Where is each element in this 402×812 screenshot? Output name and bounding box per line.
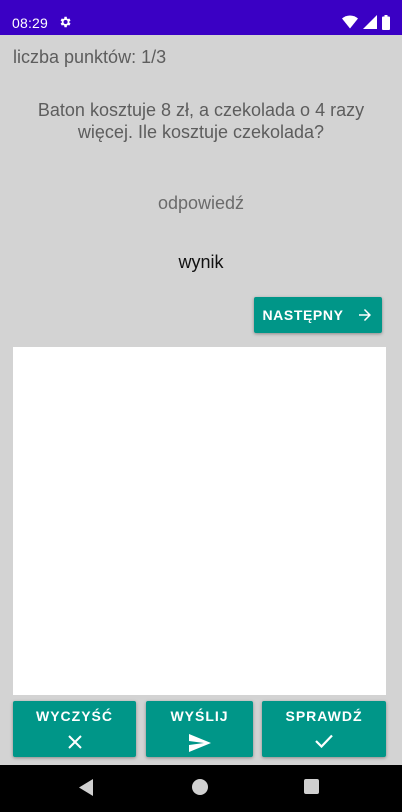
status-bar: 08:29: [0, 0, 402, 35]
next-button[interactable]: NASTĘPNY: [254, 297, 382, 333]
answer-field[interactable]: odpowiedź: [0, 193, 402, 214]
signal-icon: [363, 15, 377, 29]
status-time: 08:29: [12, 15, 49, 31]
check-button[interactable]: SPRAWDŹ: [262, 701, 386, 757]
navigation-bar: [0, 765, 402, 812]
check-icon: [315, 734, 333, 748]
recent-apps-icon[interactable]: [304, 779, 319, 794]
send-button[interactable]: WYŚLIJ: [146, 701, 253, 757]
result-label: wynik: [178, 252, 224, 272]
score-label: liczba punktów: 1/3: [13, 47, 167, 67]
drawing-canvas[interactable]: [13, 347, 386, 695]
back-icon[interactable]: [79, 779, 93, 796]
quiz-screen: liczba punktów: 1/3 Baton kosztuje 8 zł,…: [0, 35, 402, 765]
status-icons: [342, 14, 390, 30]
home-icon[interactable]: [192, 779, 208, 795]
arrow-right-icon: [358, 309, 371, 321]
gear-icon: [60, 16, 71, 28]
check-button-label: SPRAWDŹ: [285, 708, 363, 724]
clear-button[interactable]: WYCZYŚĆ: [13, 701, 136, 757]
close-icon: [67, 735, 82, 749]
send-icon: [188, 734, 211, 752]
send-button-label: WYŚLIJ: [170, 708, 229, 724]
clear-button-label: WYCZYŚĆ: [36, 708, 113, 724]
battery-icon: [382, 14, 390, 30]
next-button-label: NASTĘPNY: [262, 307, 344, 323]
question-text: Baton kosztuje 8 zł, a czekolada o 4 raz…: [37, 100, 365, 142]
wifi-icon: [342, 15, 358, 29]
